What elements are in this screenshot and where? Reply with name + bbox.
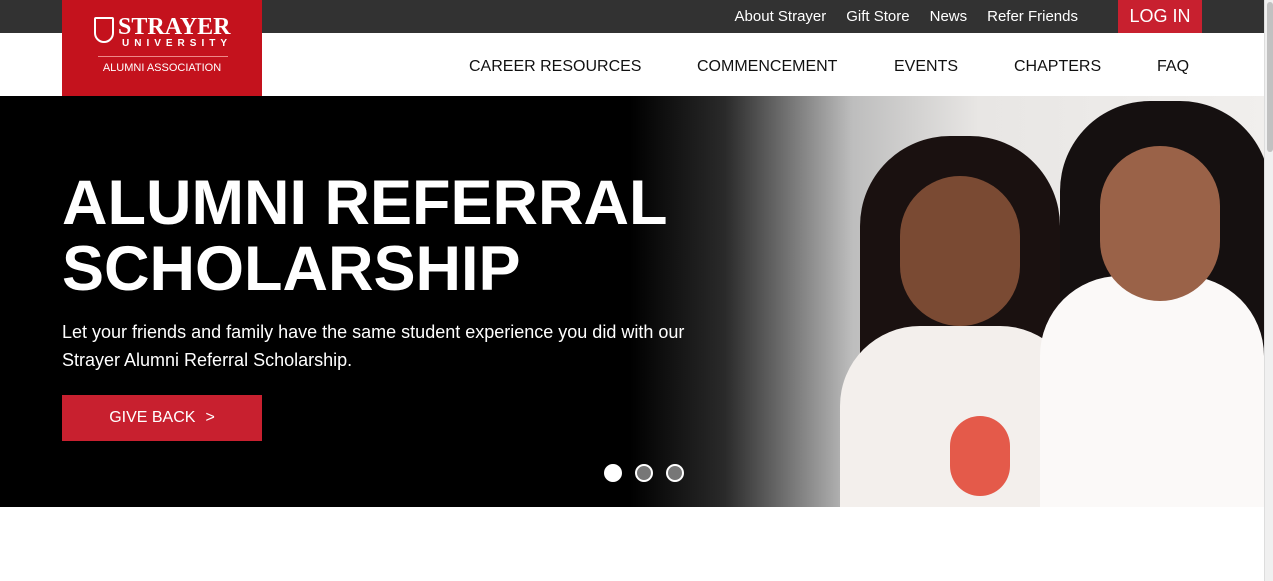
carousel-dot-2[interactable] xyxy=(635,464,653,482)
hero-title: ALUMNI REFERRAL SCHOLARSHIP xyxy=(62,168,668,304)
university-seal-icon xyxy=(94,17,114,43)
logo-sub: UNIVERSITY xyxy=(122,38,233,49)
give-back-label: GIVE BACK xyxy=(109,409,196,426)
news-link[interactable]: News xyxy=(930,8,968,25)
logo[interactable]: STRAYER UNIVERSITY ALUMNI ASSOCIATION xyxy=(62,0,262,96)
logo-divider xyxy=(98,56,228,57)
chevron-right-icon: > xyxy=(205,409,215,426)
give-back-button[interactable]: GIVE BACK > xyxy=(62,395,262,441)
nav-career-resources[interactable]: CAREER RESOURCES xyxy=(469,58,641,76)
nav-events[interactable]: EVENTS xyxy=(894,58,958,76)
nav-faq[interactable]: FAQ xyxy=(1157,58,1189,76)
refer-friends-link[interactable]: Refer Friends xyxy=(987,8,1078,25)
scrollbar-thumb[interactable] xyxy=(1267,2,1273,152)
carousel-dot-3[interactable] xyxy=(666,464,684,482)
about-strayer-link[interactable]: About Strayer xyxy=(735,8,827,25)
nav-chapters[interactable]: CHAPTERS xyxy=(1014,58,1101,76)
nav-commencement[interactable]: COMMENCEMENT xyxy=(697,58,837,76)
logo-name: STRAYER xyxy=(118,14,231,40)
hero-subtitle: Let your friends and family have the sam… xyxy=(62,322,685,370)
scrollbar[interactable] xyxy=(1264,0,1273,581)
logo-tagline: ALUMNI ASSOCIATION xyxy=(102,62,222,74)
carousel-dot-1[interactable] xyxy=(604,464,622,482)
gift-store-link[interactable]: Gift Store xyxy=(846,8,909,25)
login-button[interactable]: LOG IN xyxy=(1118,0,1202,33)
